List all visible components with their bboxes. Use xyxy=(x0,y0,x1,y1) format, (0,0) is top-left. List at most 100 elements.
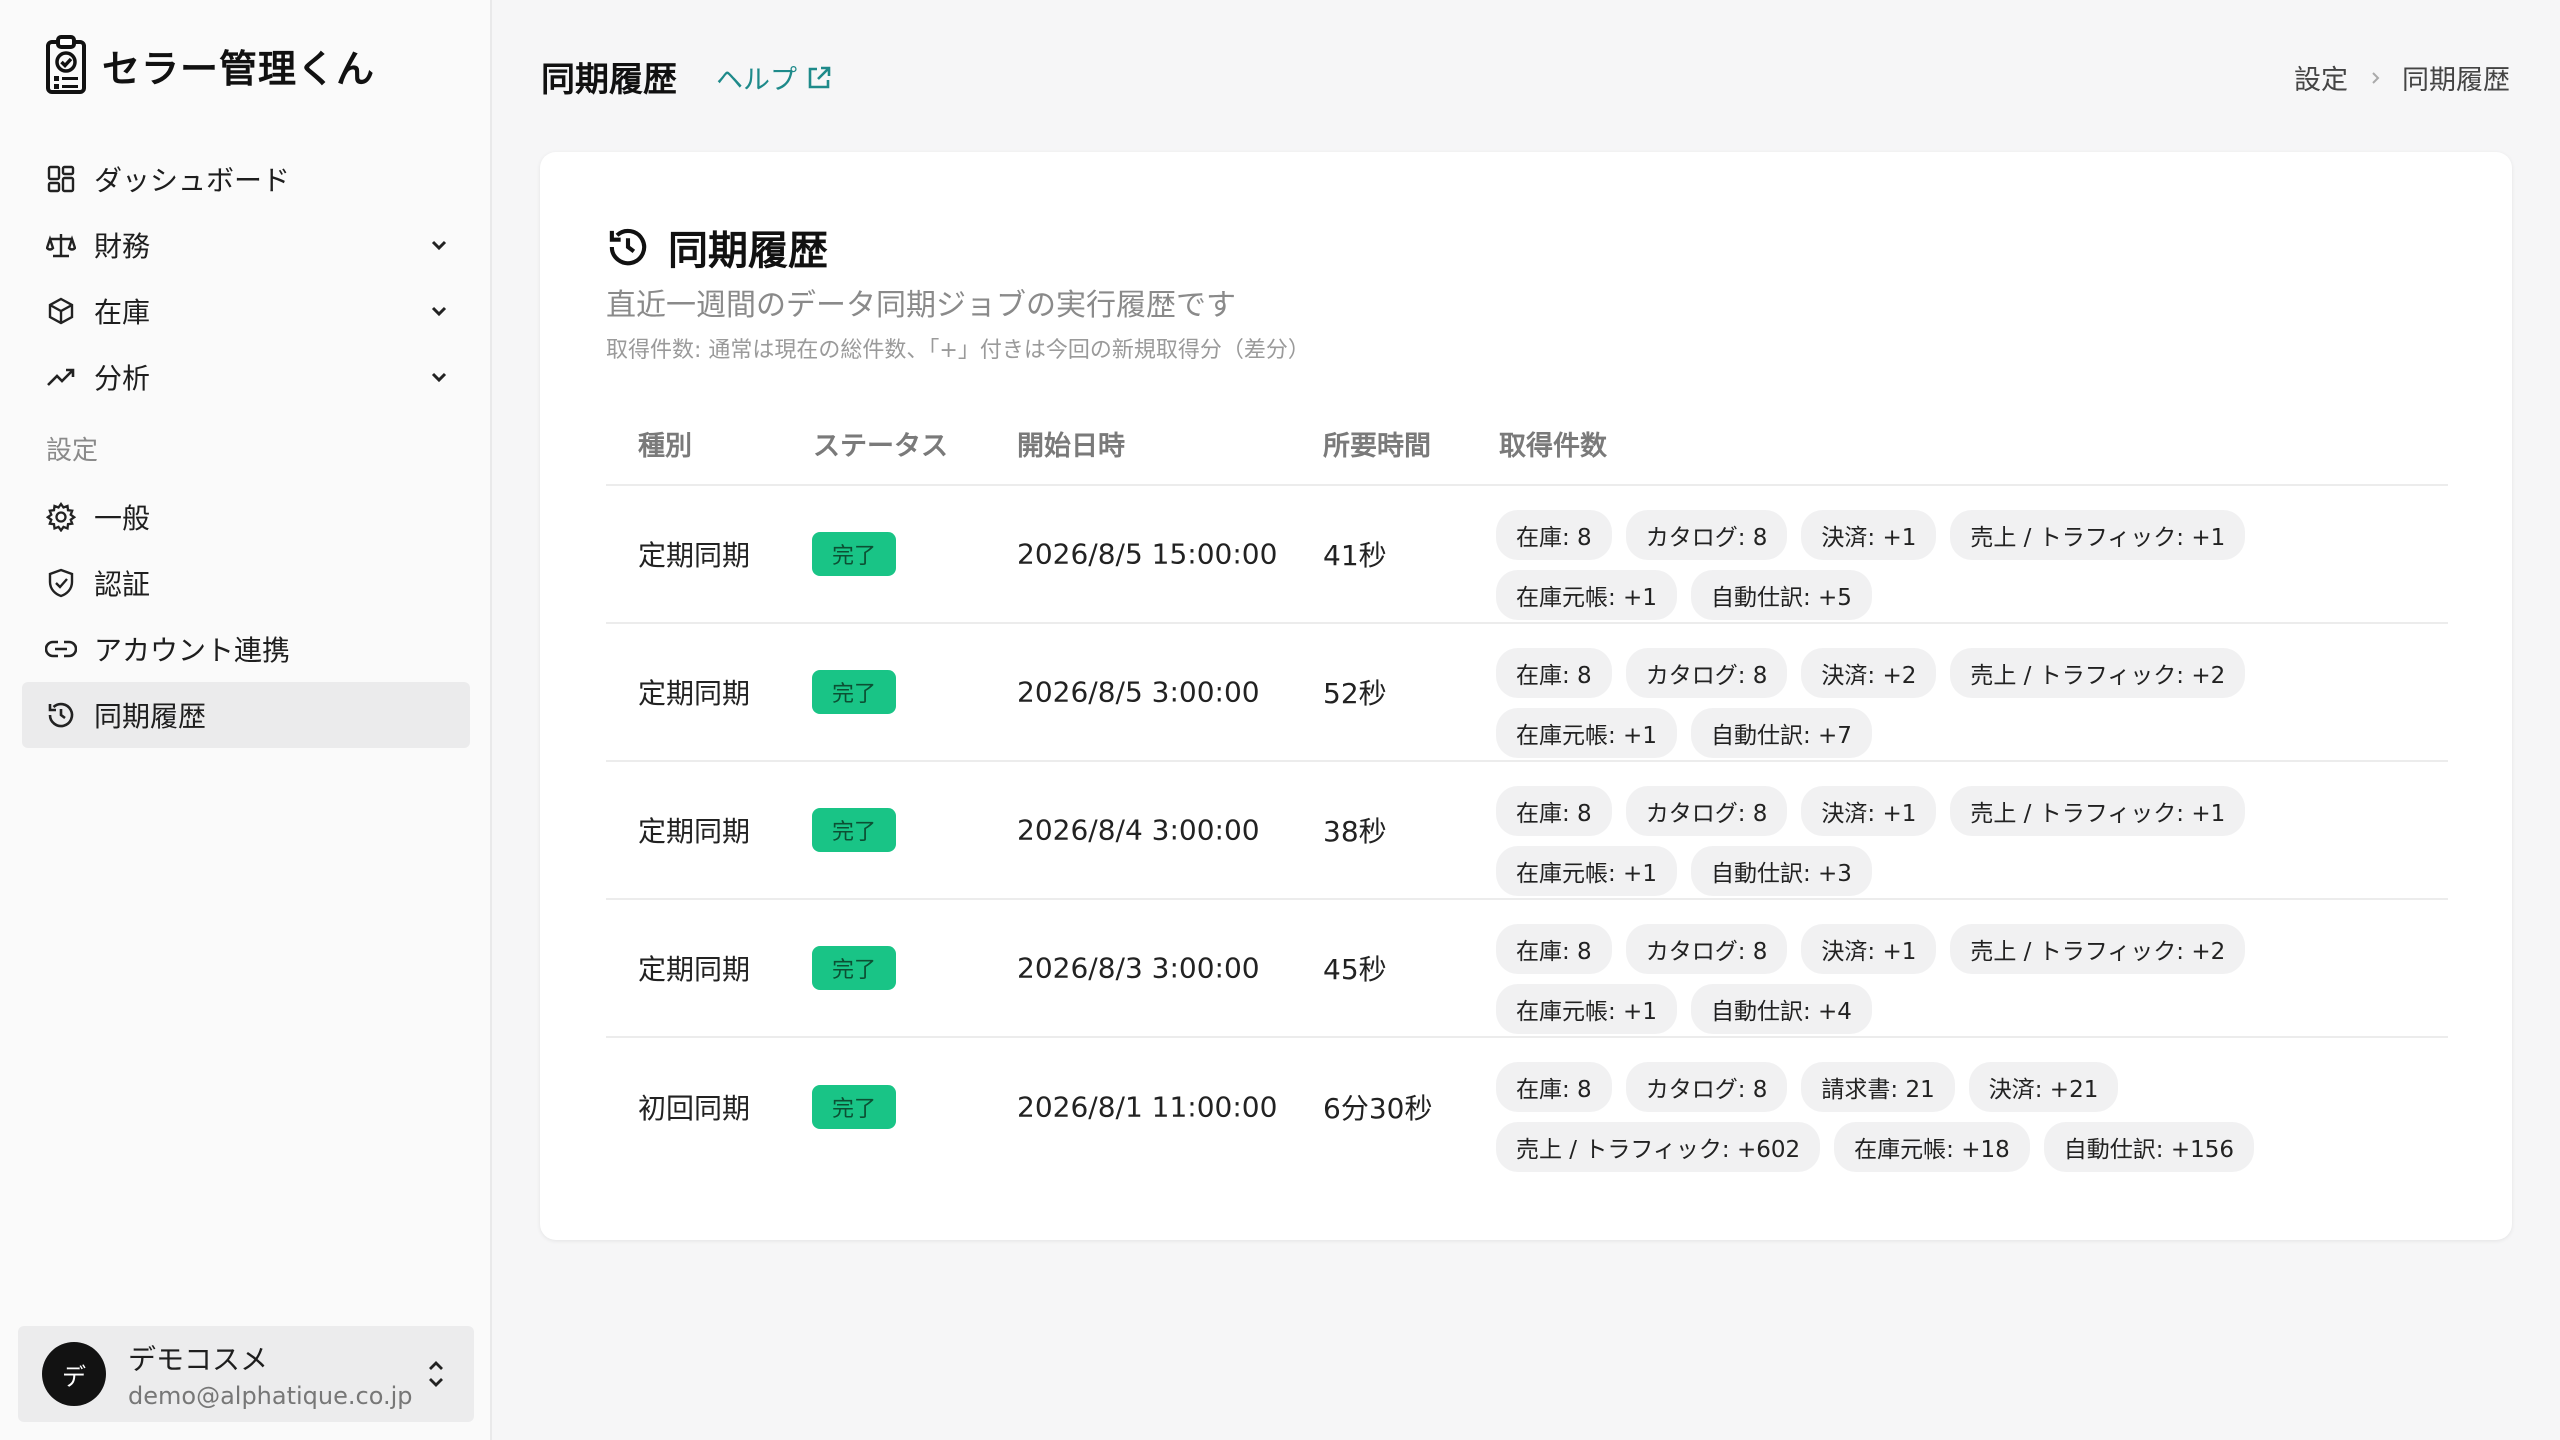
sidebar-section-label: 設定 xyxy=(46,436,99,466)
count-chip: 売上 / トラフィック: +1 xyxy=(1950,510,2246,560)
count-chip: 決済: +1 xyxy=(1801,510,1937,560)
card-description: 直近一週間のデータ同期ジョブの実行履歴です xyxy=(606,288,1236,323)
user-email: demo@alphatique.co.jp xyxy=(128,1382,413,1410)
sidebar-item-label: 分析 xyxy=(94,362,151,395)
count-chips: 在庫: 8 カタログ: 8 決済: +1 売上 / トラフィック: +1 在庫元帳: +… xyxy=(1496,786,2436,896)
help-link[interactable]: ヘルプ xyxy=(716,58,833,97)
count-chip: カタログ: 8 xyxy=(1625,1062,1788,1112)
count-chip: カタログ: 8 xyxy=(1625,924,1788,974)
table-row: 初回同期 完了 2026/8/1 11:00:00 6分30秒 在庫: 8 カタログ: 8… xyxy=(606,1038,2448,1176)
count-chip: 在庫: 8 xyxy=(1496,924,1612,974)
count-chip: 自動仕訳: +5 xyxy=(1690,570,1872,620)
cell-type: 初回同期 xyxy=(638,1092,751,1125)
breadcrumb: 設定 同期履歴 xyxy=(2294,58,2510,97)
status-badge: 完了 xyxy=(812,670,897,714)
count-chip: 請求書: 21 xyxy=(1801,1062,1955,1112)
column-header-started: 開始日時 xyxy=(1017,431,1125,462)
count-chip: 売上 / トラフィック: +602 xyxy=(1496,1122,1821,1172)
avatar: デ xyxy=(42,1342,106,1406)
cell-type: 定期同期 xyxy=(638,815,751,848)
cell-duration: 41秒 xyxy=(1323,539,1387,572)
count-chips: 在庫: 8 カタログ: 8 決済: +1 売上 / トラフィック: +1 在庫元帳: +… xyxy=(1496,510,2436,620)
count-chip: 自動仕訳: +4 xyxy=(1690,984,1872,1034)
card-note: 取得件数: 通常は現在の総件数、「+」付きは今回の新規取得分（差分） xyxy=(606,338,1310,363)
sidebar-item-label: 認証 xyxy=(94,568,151,601)
count-chip: 売上 / トラフィック: +1 xyxy=(1950,786,2246,836)
history-icon xyxy=(609,228,647,266)
trend-icon xyxy=(44,360,78,394)
sync-history-card: 同期履歴 直近一週間のデータ同期ジョブの実行履歴です 取得件数: 通常は現在の総… xyxy=(540,152,2512,1240)
count-chip: 売上 / トラフィック: +2 xyxy=(1950,924,2246,974)
brand[interactable]: セラー管理くん xyxy=(44,34,375,96)
sidebar-item-label: 同期履歴 xyxy=(94,700,207,733)
count-chips: 在庫: 8 カタログ: 8 決済: +2 売上 / トラフィック: +2 在庫元帳: +… xyxy=(1496,648,2436,758)
user-switcher[interactable]: デ デモコスメ demo@alphatique.co.jp xyxy=(18,1326,474,1422)
sidebar-item-analytics[interactable]: 分析 xyxy=(22,344,470,410)
chevron-down-icon[interactable] xyxy=(426,364,452,390)
cell-duration: 45秒 xyxy=(1323,953,1387,986)
cell-duration: 6分30秒 xyxy=(1323,1092,1433,1125)
column-header-counts: 取得件数 xyxy=(1499,431,1607,462)
count-chip: カタログ: 8 xyxy=(1625,510,1788,560)
help-label: ヘルプ xyxy=(716,65,797,96)
chevron-down-icon[interactable] xyxy=(426,232,452,258)
sidebar-item-general[interactable]: 一般 xyxy=(22,484,470,550)
count-chip: 自動仕訳: +7 xyxy=(1690,708,1872,758)
status-badge: 完了 xyxy=(812,808,897,852)
sidebar-item-label: 一般 xyxy=(94,502,151,535)
cell-started: 2026/8/4 3:00:00 xyxy=(1017,813,1260,847)
count-chip: 在庫: 8 xyxy=(1496,648,1612,698)
dashboard-icon xyxy=(44,162,78,196)
cell-type: 定期同期 xyxy=(638,539,751,572)
count-chip: 決済: +2 xyxy=(1801,648,1937,698)
chevron-down-icon[interactable] xyxy=(426,298,452,324)
external-link-icon xyxy=(808,66,831,88)
sidebar-item-auth[interactable]: 認証 xyxy=(22,550,470,616)
user-name: デモコスメ xyxy=(128,1343,269,1376)
count-chip: 決済: +21 xyxy=(1968,1062,2119,1112)
column-header-duration: 所要時間 xyxy=(1323,431,1431,462)
card-title: 同期履歴 xyxy=(668,228,828,274)
sidebar-item-dashboard[interactable]: ダッシュボード xyxy=(22,146,470,212)
column-header-status: ステータス xyxy=(813,431,948,462)
sidebar-item-finance[interactable]: 財務 xyxy=(22,212,470,278)
cell-started: 2026/8/1 11:00:00 xyxy=(1017,1090,1278,1124)
count-chip: 在庫: 8 xyxy=(1496,1062,1612,1112)
breadcrumb-current: 同期履歴 xyxy=(2402,65,2510,96)
count-chip: 在庫元帳: +1 xyxy=(1496,846,1677,896)
breadcrumb-settings[interactable]: 設定 xyxy=(2294,58,2348,97)
cell-type: 定期同期 xyxy=(638,953,751,986)
count-chip: カタログ: 8 xyxy=(1625,786,1788,836)
link-icon xyxy=(44,632,78,666)
cell-started: 2026/8/5 3:00:00 xyxy=(1017,675,1260,709)
sidebar-item-account-link[interactable]: アカウント連携 xyxy=(22,616,470,682)
sidebar-item-label: 財務 xyxy=(94,230,151,263)
count-chip: 在庫元帳: +18 xyxy=(1834,1122,2030,1172)
table-row: 定期同期 完了 2026/8/5 3:00:00 52秒 在庫: 8 カタログ: 8 決済:… xyxy=(606,624,2448,762)
chevron-right-icon xyxy=(2372,71,2380,84)
column-header-type: 種別 xyxy=(638,431,692,462)
count-chips: 在庫: 8 カタログ: 8 請求書: 21 決済: +21 売上 / トラフィック: +… xyxy=(1496,1062,2436,1172)
count-chip: 在庫: 8 xyxy=(1496,786,1612,836)
sidebar-item-inventory[interactable]: 在庫 xyxy=(22,278,470,344)
table-row: 定期同期 完了 2026/8/4 3:00:00 38秒 在庫: 8 カタログ: 8 決済:… xyxy=(606,762,2448,900)
count-chip: 自動仕訳: +156 xyxy=(2043,1122,2254,1172)
history-icon xyxy=(44,698,78,732)
count-chip: 自動仕訳: +3 xyxy=(1690,846,1872,896)
cell-started: 2026/8/5 15:00:00 xyxy=(1017,537,1278,571)
sidebar-item-label: アカウント連携 xyxy=(94,634,291,667)
status-badge: 完了 xyxy=(812,946,897,990)
page-title: 同期履歴 xyxy=(541,60,677,100)
sidebar-item-label: 在庫 xyxy=(94,296,151,329)
count-chip: 売上 / トラフィック: +2 xyxy=(1950,648,2246,698)
status-badge: 完了 xyxy=(812,1085,897,1129)
clipboard-logo-icon xyxy=(46,35,86,94)
app-name: セラー管理くん xyxy=(102,46,376,91)
table-header: 種別 ステータス 開始日時 所要時間 取得件数 xyxy=(606,402,2448,486)
table-body: 定期同期 完了 2026/8/5 15:00:00 41秒 在庫: 8 カタログ: 8 決済… xyxy=(606,486,2448,1176)
table-row: 定期同期 完了 2026/8/3 3:00:00 45秒 在庫: 8 カタログ: 8 決済:… xyxy=(606,900,2448,1038)
shield-icon xyxy=(44,566,78,600)
sidebar-item-sync-history[interactable]: 同期履歴 xyxy=(22,682,470,748)
cell-started: 2026/8/3 3:00:00 xyxy=(1017,951,1260,985)
box-icon xyxy=(44,294,78,328)
